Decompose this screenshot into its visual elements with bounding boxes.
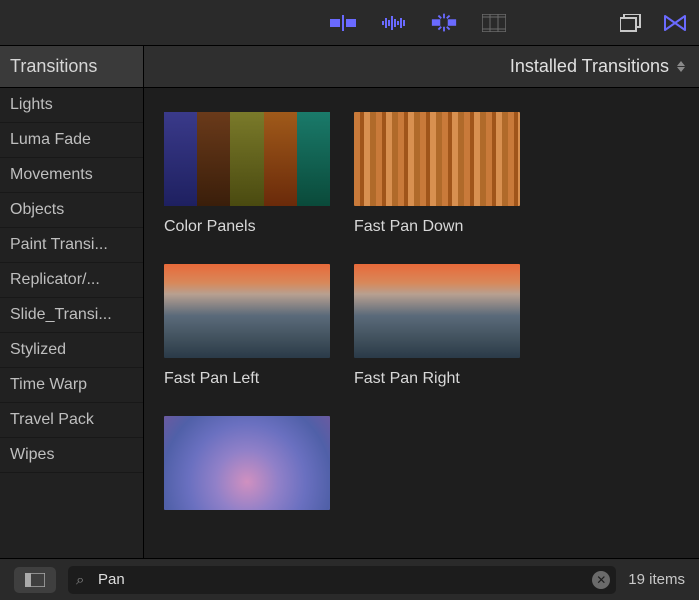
transition-label: Fast Pan Left: [164, 370, 330, 388]
sidebar-item-label: Objects: [10, 201, 64, 218]
sidebar-item-travel-pack[interactable]: Travel Pack: [0, 403, 143, 438]
sidebar-item-label: Time Warp: [10, 376, 87, 393]
sidebar-item-label: Luma Fade: [10, 131, 91, 148]
sidebar-item-label: Wipes: [10, 446, 54, 463]
window-icon[interactable]: [617, 12, 645, 34]
sidebar-item-label: Paint Transi...: [10, 236, 108, 253]
transition-label: Color Panels: [164, 218, 330, 236]
filmstrip-icon[interactable]: [480, 12, 508, 34]
transition-item[interactable]: Color Panels: [164, 112, 330, 236]
transition-label: Fast Pan Down: [354, 218, 520, 236]
sidebar-item-paint-transitions[interactable]: Paint Transi...: [0, 228, 143, 263]
sidebar-item-luma-fade[interactable]: Luma Fade: [0, 123, 143, 158]
transition-label: Fast Pan Right: [354, 370, 520, 388]
sidebar-title: Transitions: [0, 46, 144, 87]
layout-toggle-button[interactable]: [14, 567, 56, 593]
clear-search-button[interactable]: ✕: [592, 571, 610, 589]
transition-item[interactable]: Fast Pan Right: [354, 264, 520, 388]
sidebar-item-wipes[interactable]: Wipes: [0, 438, 143, 473]
transition-thumbnail[interactable]: [164, 416, 330, 510]
scope-dropdown[interactable]: Installed Transitions: [144, 46, 699, 87]
sidebar-item-label: Slide_Transi...: [10, 306, 112, 323]
sidebar-item-label: Movements: [10, 166, 93, 183]
item-count-label: 19 items: [628, 571, 685, 588]
sidebar-item-lights[interactable]: Lights: [0, 88, 143, 123]
sidebar-item-time-warp[interactable]: Time Warp: [0, 368, 143, 403]
header-row: Transitions Installed Transitions: [0, 46, 699, 88]
footer-bar: ⌕ ✕ 19 items: [0, 558, 699, 600]
transition-thumbnail[interactable]: [354, 112, 520, 206]
scope-dropdown-label: Installed Transitions: [510, 56, 669, 77]
glow-transition-icon[interactable]: [430, 12, 458, 34]
search-icon: ⌕: [76, 571, 84, 588]
bowtie-icon[interactable]: [661, 12, 689, 34]
content: Lights Luma Fade Movements Objects Paint…: [0, 88, 699, 558]
sidebar-item-label: Stylized: [10, 341, 66, 358]
category-sidebar: Lights Luma Fade Movements Objects Paint…: [0, 88, 144, 558]
transition-item[interactable]: Fast Pan Down: [354, 112, 520, 236]
transition-thumbnail[interactable]: [164, 112, 330, 206]
transition-item[interactable]: [164, 416, 330, 522]
toolbar-right: [617, 12, 689, 34]
sidebar-item-objects[interactable]: Objects: [0, 193, 143, 228]
sidebar-item-stylized[interactable]: Stylized: [0, 333, 143, 368]
sidebar-item-label: Travel Pack: [10, 411, 94, 428]
sidebar-item-label: Replicator/...: [10, 271, 100, 288]
sidebar-item-slide-transitions[interactable]: Slide_Transi...: [0, 298, 143, 333]
search-input[interactable]: [68, 566, 616, 594]
transition-thumbnail[interactable]: [354, 264, 520, 358]
equalizer-icon[interactable]: [380, 12, 408, 34]
align-icon[interactable]: [330, 12, 358, 34]
toolbar-center: [330, 12, 508, 34]
transition-thumbnail[interactable]: [164, 264, 330, 358]
sidebar-item-label: Lights: [10, 96, 53, 113]
transition-item[interactable]: Fast Pan Left: [164, 264, 330, 388]
transitions-grid: Color Panels Fast Pan Down Fast Pan Left…: [144, 88, 699, 558]
top-toolbar: [0, 0, 699, 46]
sidebar-item-replicator[interactable]: Replicator/...: [0, 263, 143, 298]
search-field-wrap: ⌕ ✕: [68, 566, 616, 594]
sidebar-item-movements[interactable]: Movements: [0, 158, 143, 193]
updown-icon: [677, 61, 685, 72]
